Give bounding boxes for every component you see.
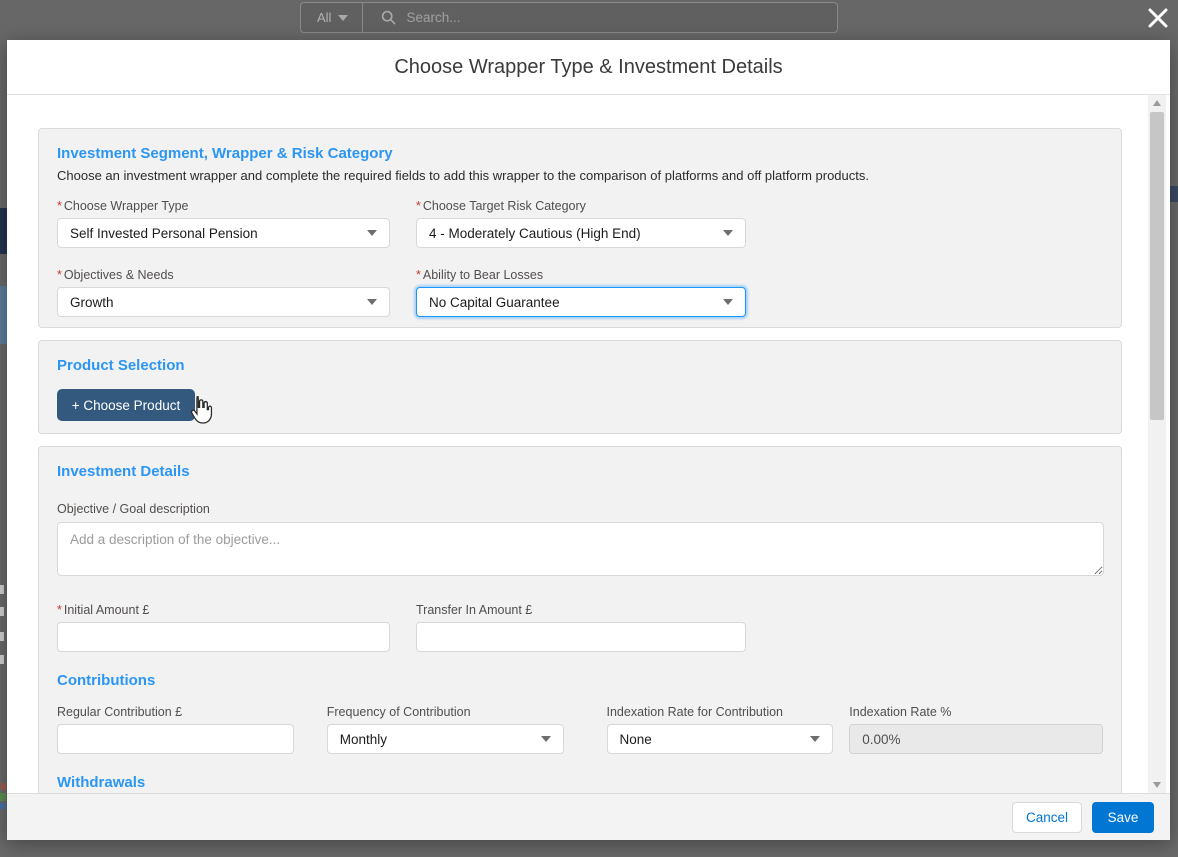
- risk-category-select[interactable]: 4 - Moderately Cautious (High End): [416, 218, 746, 248]
- wrapper-type-value: Self Invested Personal Pension: [70, 225, 258, 241]
- background-fragment: [0, 655, 4, 664]
- transfer-in-input[interactable]: [416, 622, 746, 652]
- required-asterisk: *: [57, 268, 62, 282]
- risk-category-field: * Choose Target Risk Category 4 - Moderat…: [416, 199, 746, 248]
- risk-category-label: * Choose Target Risk Category: [416, 199, 586, 213]
- modal-scrollbar[interactable]: [1148, 95, 1166, 793]
- product-selection-section: Product Selection + Choose Product: [38, 340, 1122, 434]
- indexation-rate-field: Indexation Rate %: [849, 705, 1103, 754]
- bear-losses-select[interactable]: No Capital Guarantee: [416, 287, 746, 317]
- wrapper-type-field: * Choose Wrapper Type Self Invested Perso…: [57, 199, 390, 248]
- indexation-select[interactable]: None: [606, 724, 834, 754]
- initial-amount-label: * Initial Amount £: [57, 603, 150, 617]
- objectives-select[interactable]: Growth: [57, 287, 390, 317]
- background-fragment: [0, 286, 7, 344]
- indexation-rate-input: [849, 724, 1103, 754]
- choose-product-button[interactable]: + Choose Product: [57, 389, 195, 421]
- chevron-down-icon: [338, 14, 349, 21]
- investment-details-section: Investment Details Objective / Goal desc…: [38, 446, 1122, 793]
- chevron-down-icon: [810, 736, 821, 742]
- background-fragment: [0, 208, 7, 254]
- objectives-label: * Objectives & Needs: [57, 268, 174, 282]
- search-input[interactable]: [406, 10, 787, 25]
- objectives-value: Growth: [70, 294, 114, 310]
- transfer-in-field: Transfer In Amount £: [416, 603, 746, 652]
- bear-losses-field: * Ability to Bear Losses No Capital Guara…: [416, 268, 746, 317]
- triangle-up-icon: [1153, 100, 1161, 106]
- field-row: * Choose Wrapper Type Self Invested Perso…: [57, 199, 1103, 248]
- scrollbar-up-arrow[interactable]: [1148, 95, 1166, 111]
- close-icon[interactable]: [1142, 2, 1174, 34]
- contributions-title: Contributions: [57, 672, 156, 689]
- regular-contribution-input[interactable]: [57, 724, 294, 754]
- frequency-field: Frequency of Contribution Monthly: [326, 705, 564, 754]
- contributions-row: Regular Contribution £ Frequency of Cont…: [57, 705, 1103, 754]
- background-fragment: [0, 585, 4, 594]
- background-fragment: [0, 803, 6, 809]
- chevron-down-icon: [540, 736, 551, 742]
- required-asterisk: *: [57, 603, 62, 617]
- indexation-value: None: [619, 731, 652, 747]
- save-button[interactable]: Save: [1092, 801, 1154, 833]
- field-row: * Initial Amount £ Transfer In Amount £: [57, 603, 1103, 652]
- investment-details-title: Investment Details: [57, 463, 190, 480]
- segment-section: Investment Segment, Wrapper & Risk Categ…: [38, 128, 1122, 328]
- chevron-down-icon: [723, 230, 733, 236]
- objectives-field: * Objectives & Needs Growth: [57, 268, 390, 317]
- scrollbar-thumb[interactable]: [1150, 112, 1164, 420]
- frequency-label: Frequency of Contribution: [326, 705, 471, 719]
- cancel-button[interactable]: Cancel: [1012, 801, 1082, 833]
- modal-body: Investment Segment, Wrapper & Risk Categ…: [7, 95, 1170, 793]
- chevron-down-icon: [367, 299, 377, 305]
- modal-footer: Cancel Save: [7, 793, 1170, 840]
- regular-contribution-field: Regular Contribution £: [57, 705, 294, 754]
- search-scope-selector[interactable]: All: [301, 3, 364, 32]
- search-icon: [382, 10, 396, 25]
- page-overlay: All Choose Wrapper Type & Investment Det…: [0, 0, 1178, 857]
- field-row: * Objectives & Needs Growth * Ability to B…: [57, 268, 1103, 317]
- background-fragment: [0, 793, 6, 801]
- indexation-field: Indexation Rate for Contribution None: [606, 705, 834, 754]
- bear-losses-label: * Ability to Bear Losses: [416, 268, 544, 282]
- segment-section-title: Investment Segment, Wrapper & Risk Categ…: [57, 145, 393, 162]
- modal-header: Choose Wrapper Type & Investment Details: [7, 40, 1170, 95]
- chevron-down-icon: [367, 230, 377, 236]
- objective-description-textarea[interactable]: [57, 522, 1104, 576]
- background-fragment: [1170, 186, 1178, 202]
- background-fragment: [0, 632, 4, 641]
- product-selection-title: Product Selection: [57, 357, 185, 374]
- background-fragment: [0, 607, 4, 616]
- risk-category-value: 4 - Moderately Cautious (High End): [429, 225, 641, 241]
- indexation-rate-label: Indexation Rate %: [849, 705, 952, 719]
- global-search[interactable]: All: [300, 2, 838, 33]
- chevron-down-icon: [723, 299, 733, 305]
- frequency-select[interactable]: Monthly: [326, 724, 564, 754]
- transfer-in-label: Transfer In Amount £: [416, 603, 533, 617]
- initial-amount-field: * Initial Amount £: [57, 603, 390, 652]
- required-asterisk: *: [416, 268, 421, 282]
- regular-contribution-label: Regular Contribution £: [57, 705, 183, 719]
- scrollbar-down-arrow[interactable]: [1148, 777, 1166, 793]
- modal-title: Choose Wrapper Type & Investment Details: [394, 55, 783, 78]
- initial-amount-input[interactable]: [57, 622, 390, 652]
- wrapper-type-select[interactable]: Self Invested Personal Pension: [57, 218, 390, 248]
- withdrawals-title: Withdrawals: [57, 774, 146, 791]
- wrapper-type-label: * Choose Wrapper Type: [57, 199, 189, 213]
- required-asterisk: *: [57, 199, 62, 213]
- triangle-down-icon: [1153, 782, 1161, 788]
- bear-losses-value: No Capital Guarantee: [429, 294, 560, 310]
- app-header-dimmed: All: [0, 0, 1178, 40]
- required-asterisk: *: [416, 199, 421, 213]
- search-scope-label: All: [317, 10, 332, 25]
- indexation-label: Indexation Rate for Contribution: [606, 705, 784, 719]
- objective-description-label: Objective / Goal description: [57, 502, 210, 516]
- background-fragment: [1, 783, 6, 790]
- frequency-value: Monthly: [339, 731, 388, 747]
- segment-section-description: Choose an investment wrapper and complet…: [57, 168, 869, 183]
- wrapper-details-modal: Choose Wrapper Type & Investment Details…: [7, 40, 1170, 840]
